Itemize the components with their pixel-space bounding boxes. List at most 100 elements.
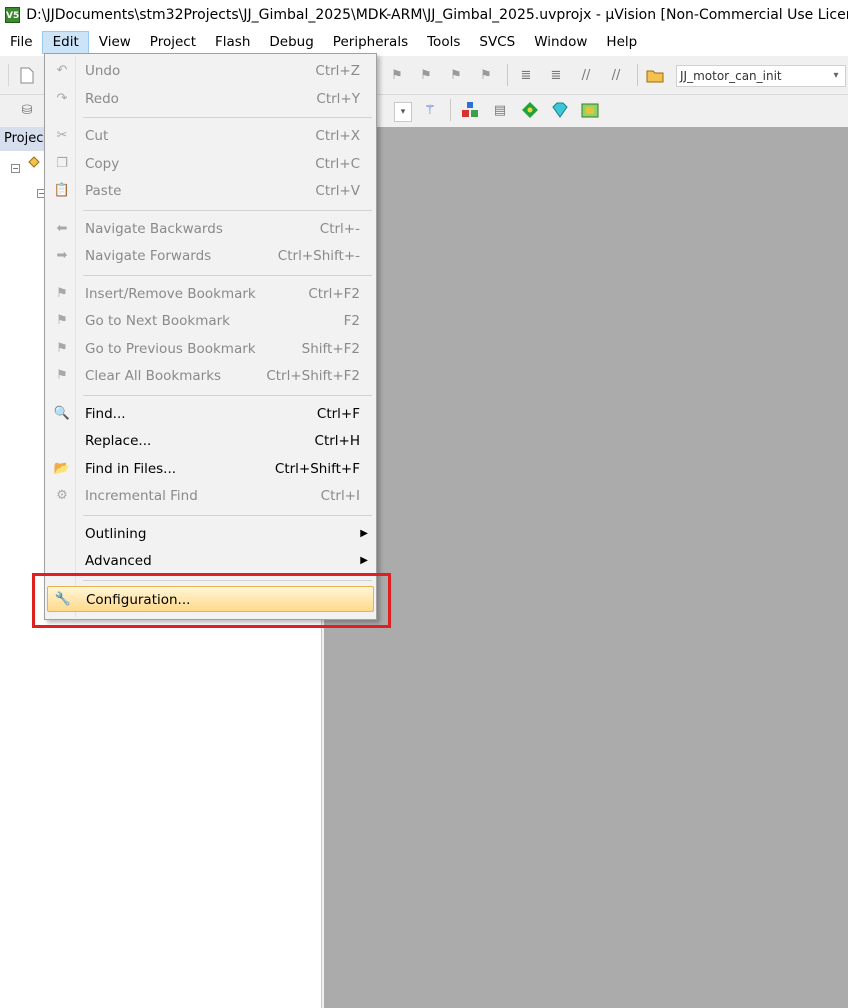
menu-item-label: Redo [85,90,119,107]
undo-icon: ↶ [56,63,68,78]
menu-item-label: Advanced [85,553,152,569]
scissors-icon: ✂ [56,128,68,143]
select-packs-icon[interactable]: ▤ [491,101,509,119]
menu-tools[interactable]: Tools [417,31,469,54]
menu-item-clear-all-bookmarks[interactable]: ⚑ Clear All Bookmarks Ctrl+Shift+F2 [47,363,374,389]
menu-item-label: Go to Next Bookmark [85,313,230,329]
find-in-files-icon: 📂 [53,460,71,476]
menu-item-shortcut: Ctrl+Shift+- [277,248,360,264]
bookmark-prev-icon[interactable]: ⚑ [447,66,465,84]
menu-separator [83,394,372,396]
arrow-right-icon: ➡ [56,248,68,263]
menu-item-shortcut: Ctrl+C [315,155,360,172]
menu-item-label: Replace... [85,433,152,449]
menu-item-label: Navigate Forwards [85,248,212,264]
bookmark-clear-icon[interactable]: ⚑ [477,66,495,84]
menu-edit[interactable]: Edit [41,31,89,54]
unindent-icon[interactable]: ≣ [547,66,565,84]
submenu-arrow-icon: ▶ [360,527,368,539]
menu-item-label: Cut [85,128,109,144]
menu-item-insert-remove-bookmark[interactable]: ⚑ Insert/Remove Bookmark Ctrl+F2 [47,281,374,307]
comment-icon[interactable]: // [577,66,595,84]
menu-item-go-to-next-bookmark[interactable]: ⚑ Go to Next Bookmark F2 [47,308,374,334]
menu-item-label: Clear All Bookmarks [85,368,222,384]
menu-item-label: Undo [85,63,121,79]
menu-window[interactable]: Window [524,31,596,54]
bookmark-flag-icon: ⚑ [56,285,68,301]
window-title: D:\JJDocuments\stm32Projects\JJ_Gimbal_2… [26,6,848,23]
menu-item-undo[interactable]: ↶ Undo Ctrl+Z [47,58,374,84]
menu-item-shortcut: Ctrl+X [315,128,360,144]
bookmark-next-icon[interactable]: ⚑ [417,66,435,84]
menu-file[interactable]: File [0,31,42,54]
gem-icon[interactable] [551,101,569,119]
bookmark-prev-icon: ⚑ [56,340,68,356]
project-tree-icon [27,156,40,168]
redo-icon: ↷ [56,90,68,106]
menu-svcs[interactable]: SVCS [469,31,524,54]
find-in-files-icon[interactable] [646,66,664,84]
menu-item-label: Copy [85,155,120,172]
menu-debug[interactable]: Debug [259,31,322,54]
menu-item-find-in-files[interactable]: 📂 Find in Files... Ctrl+Shift+F [47,456,374,482]
layout-icon[interactable] [581,101,599,119]
magic-wand-icon[interactable]: ⚚ [421,101,439,119]
incremental-find-icon: ⚙ [56,488,68,503]
menu-project[interactable]: Project [140,31,205,54]
uncomment-icon[interactable]: // [607,66,625,84]
menu-item-label: Outlining [85,525,147,542]
menu-item-shortcut: Ctrl+Shift+F [274,460,360,477]
menu-item-cut[interactable]: ✂ Cut Ctrl+X [47,123,374,149]
menu-item-advanced[interactable]: Advanced ▶ [47,548,374,574]
menu-item-shortcut: Ctrl+H [314,433,360,449]
manage-components-icon[interactable] [461,101,479,119]
indent-icon[interactable]: ≣ [517,66,535,84]
menu-separator [83,274,372,276]
menu-bar: File Edit View Project Flash Debug Peripherals… [0,29,848,56]
menu-item-label: Find in Files... [85,460,177,477]
pack-installer-icon[interactable] [521,101,539,119]
highlight-box [32,573,391,628]
menu-item-shortcut: Ctrl+Y [316,90,360,107]
target-combo-value: JJ_motor_can_init [680,69,782,83]
menu-item-incremental-find[interactable]: ⚙ Incremental Find Ctrl+I [47,483,374,509]
edit-menu: ↶ Undo Ctrl+Z ↷ Redo Ctrl+Y ✂ Cut Ctrl+X ❐ Copy Ctr… [44,53,377,620]
target-combo[interactable]: JJ_motor_can_init ▾ [676,65,846,87]
menu-item-shortcut: F2 [343,313,360,329]
menu-item-label: Navigate Backwards [85,220,223,237]
menu-item-label: Insert/Remove Bookmark [85,285,256,302]
menu-item-copy[interactable]: ❐ Copy Ctrl+C [47,151,374,177]
menu-separator [83,209,372,211]
submenu-arrow-icon: ▶ [360,555,368,566]
menu-item-navigate-forwards[interactable]: ➡ Navigate Forwards Ctrl+Shift+- [47,243,374,269]
new-file-icon[interactable] [18,66,36,84]
translate-icon[interactable]: ⛁ [18,101,36,119]
menu-item-redo[interactable]: ↷ Redo Ctrl+Y [47,86,374,112]
menu-flash[interactable]: Flash [205,31,259,54]
menu-separator [83,514,372,516]
menu-item-outlining[interactable]: Outlining ▶ [47,521,374,547]
menu-help[interactable]: Help [596,31,646,54]
menu-item-replace[interactable]: Replace... Ctrl+H [47,428,374,454]
copy-icon: ❐ [56,155,68,171]
menu-item-label: Paste [85,183,122,199]
tree-collapse-icon[interactable]: − [11,164,20,173]
menu-peripherals[interactable]: Peripherals [323,31,417,54]
chevron-down-icon[interactable]: ▾ [829,66,843,86]
menu-item-go-to-previous-bookmark[interactable]: ⚑ Go to Previous Bookmark Shift+F2 [47,336,374,362]
menu-item-paste[interactable]: 📋 Paste Ctrl+V [47,178,374,204]
title-bar: V5 D:\JJDocuments\stm32Projects\JJ_Gimba… [0,0,848,29]
menu-item-shortcut: Ctrl+V [315,183,360,199]
menu-item-find[interactable]: 🔍 Find... Ctrl+F [47,401,374,427]
menu-item-label: Find... [85,405,126,422]
menu-item-shortcut: Ctrl+- [319,220,360,237]
bookmark-flag-icon[interactable]: ⚑ [388,66,406,84]
menu-view[interactable]: View [89,31,140,54]
menu-item-shortcut: Shift+F2 [301,340,360,357]
chevron-down-icon[interactable]: ▾ [394,102,412,122]
bookmark-next-icon: ⚑ [56,313,68,328]
menu-item-navigate-backwards[interactable]: ⬅ Navigate Backwards Ctrl+- [47,216,374,242]
menu-item-label: Go to Previous Bookmark [85,340,256,357]
menu-separator [83,117,372,118]
menu-item-shortcut: Ctrl+F2 [308,285,360,302]
